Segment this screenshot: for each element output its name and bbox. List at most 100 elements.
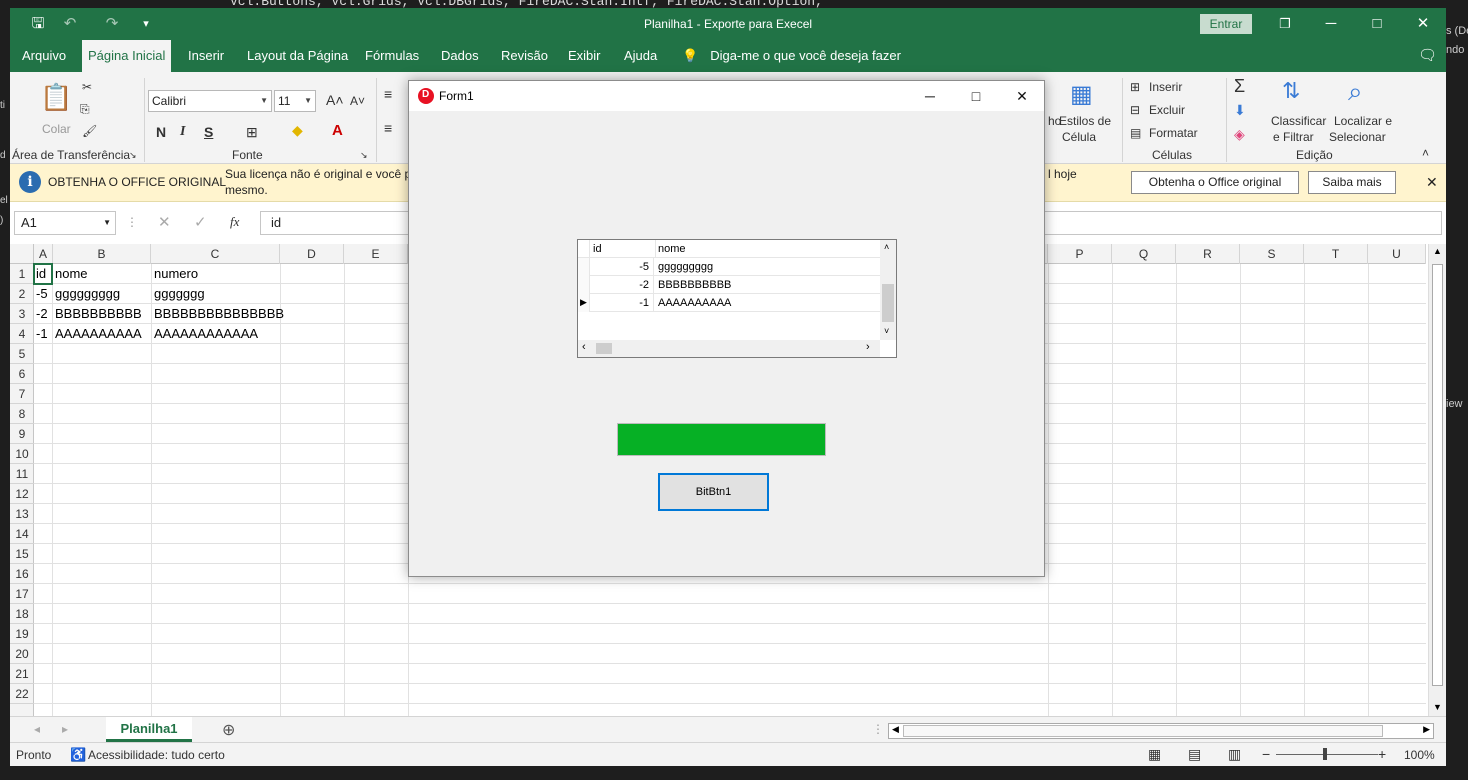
grid-cell-nome[interactable]: ggggggggg	[658, 258, 713, 276]
underline-button[interactable]: S	[204, 124, 213, 140]
row-header[interactable]: 4	[10, 324, 34, 344]
column-header[interactable]: R	[1176, 244, 1240, 264]
grid-cell-nome[interactable]: AAAAAAAAAA	[658, 294, 731, 312]
cell-styles-icon[interactable]: ▦	[1070, 80, 1093, 109]
add-sheet-icon[interactable]: ⊕	[222, 720, 235, 740]
fill-color-icon[interactable]: ◆	[292, 122, 303, 139]
scroll-right-icon[interactable]: ▶	[1423, 724, 1430, 735]
scroll-left-icon[interactable]: ◀	[892, 724, 899, 735]
sort-filter-label[interactable]: Classificar	[1271, 114, 1326, 128]
paste-icon[interactable]: 📋	[40, 82, 72, 113]
tab-pagina-inicial[interactable]: Página Inicial	[82, 40, 172, 72]
close-infobar-icon[interactable]: ✕	[1426, 174, 1438, 191]
cancel-entry-icon[interactable]: ✕	[158, 213, 171, 231]
cell-styles-label-2[interactable]: Célula	[1062, 130, 1096, 144]
grid-cell-id[interactable]: -5	[590, 258, 654, 276]
row-header[interactable]: 22	[10, 684, 34, 704]
row-header[interactable]: 17	[10, 584, 34, 604]
sign-in-button[interactable]: Entrar	[1200, 14, 1252, 34]
column-header[interactable]: P	[1048, 244, 1112, 264]
row-header[interactable]: 1	[10, 264, 34, 284]
get-office-button[interactable]: Obtenha o Office original	[1131, 171, 1299, 194]
next-sheet-icon[interactable]: ▸	[62, 722, 68, 736]
column-header[interactable]: Q	[1112, 244, 1176, 264]
row-header[interactable]: 7	[10, 384, 34, 404]
zoom-slider-thumb[interactable]	[1323, 748, 1327, 760]
learn-more-button[interactable]: Saiba mais	[1308, 171, 1396, 194]
close-icon[interactable]: ✕	[999, 81, 1045, 111]
cell[interactable]: -2	[34, 304, 48, 324]
tell-me-box[interactable]: 💡 Diga-me o que você deseja fazer	[682, 40, 901, 72]
clipboard-launcher-icon[interactable]: ↘	[129, 150, 137, 161]
grid-cell-id[interactable]: -1	[590, 294, 654, 312]
clear-icon[interactable]: ◈	[1234, 126, 1245, 143]
font-launcher-icon[interactable]: ↘	[360, 150, 368, 161]
search-icon[interactable]: ⌕	[1348, 76, 1363, 108]
close-icon[interactable]: ✕	[1400, 12, 1446, 36]
tab-dados[interactable]: Dados	[435, 40, 485, 72]
cell[interactable]: BBBBBBBBBB	[53, 304, 142, 324]
page-layout-icon[interactable]: ▤	[1188, 746, 1201, 763]
grid-row[interactable]: -2 BBBBBBBBBB	[578, 276, 880, 294]
italic-button[interactable]: I	[180, 124, 185, 140]
page-break-icon[interactable]: ▥	[1228, 746, 1241, 763]
cell[interactable]: ggggggggg	[53, 284, 120, 304]
tab-layout[interactable]: Layout da Página	[241, 40, 354, 72]
format-painter-icon[interactable]: 🖌	[82, 124, 97, 138]
scroll-thumb[interactable]	[882, 284, 894, 322]
font-size-combo[interactable]: 11 ▼	[274, 90, 316, 112]
horizontal-scrollbar[interactable]: ◀ ▶	[888, 723, 1434, 739]
row-header[interactable]: 5	[10, 344, 34, 364]
scroll-thumb[interactable]	[596, 343, 612, 354]
column-header[interactable]: B	[53, 244, 151, 264]
autosum-icon[interactable]: Σ	[1234, 76, 1245, 97]
prev-sheet-icon[interactable]: ◂	[34, 722, 40, 736]
grid-cell-id[interactable]: -2	[590, 276, 654, 294]
select-all-corner[interactable]	[10, 244, 34, 264]
chevron-up-icon[interactable]: ˄	[884, 242, 889, 252]
row-header[interactable]: 3	[10, 304, 34, 324]
insert-cells-icon[interactable]: ⊞	[1130, 80, 1140, 94]
format-cells-icon[interactable]: ▤	[1130, 126, 1141, 140]
row-header[interactable]: 20	[10, 644, 34, 664]
shrink-font-icon[interactable]: A˅	[350, 94, 365, 108]
chevron-down-icon[interactable]: ˅	[884, 326, 889, 336]
column-header[interactable]: T	[1304, 244, 1368, 264]
row-header[interactable]: 6	[10, 364, 34, 384]
borders-icon[interactable]: ⊞	[246, 124, 258, 141]
grid-header-nome[interactable]: nome	[656, 240, 880, 258]
row-header[interactable]: 10	[10, 444, 34, 464]
cell[interactable]: BBBBBBBBBBBBBBB	[152, 304, 284, 324]
grid-cell-nome[interactable]: BBBBBBBBBB	[658, 276, 731, 294]
name-box[interactable]: A1 ▼	[14, 211, 116, 235]
cell[interactable]: -1	[34, 324, 48, 344]
grid-horizontal-scrollbar[interactable]: ‹ ›	[578, 340, 880, 357]
scroll-down-icon[interactable]: ▼	[1433, 702, 1442, 712]
grid-row[interactable]: ▶ -1 AAAAAAAAAA	[578, 294, 880, 312]
minimize-icon[interactable]: ─	[1308, 12, 1354, 36]
column-header[interactable]: S	[1240, 244, 1304, 264]
row-header[interactable]: 19	[10, 624, 34, 644]
row-header[interactable]: 18	[10, 604, 34, 624]
cell-styles-label[interactable]: Estilos de	[1059, 114, 1111, 128]
scroll-thumb[interactable]	[903, 725, 1383, 737]
collapse-ribbon-icon[interactable]: ˄	[1422, 146, 1429, 160]
tab-ajuda[interactable]: Ajuda	[618, 40, 663, 72]
maximize-icon[interactable]: □	[953, 81, 999, 111]
row-header[interactable]: 16	[10, 564, 34, 584]
font-color-icon[interactable]: A	[332, 122, 343, 139]
zoom-in-icon[interactable]: +	[1378, 746, 1386, 762]
sort-filter-icon[interactable]: ⇅	[1282, 78, 1300, 104]
column-header[interactable]: D	[280, 244, 344, 264]
zoom-slider[interactable]	[1276, 754, 1378, 755]
tab-arquivo[interactable]: Arquivo	[16, 40, 72, 72]
row-header[interactable]: 8	[10, 404, 34, 424]
fill-icon[interactable]: ⬇	[1234, 102, 1246, 119]
comments-icon[interactable]: 🗨	[1412, 40, 1443, 72]
cell[interactable]: numero	[152, 264, 198, 284]
find-select-label-2[interactable]: Selecionar	[1329, 130, 1386, 144]
chevron-right-icon[interactable]: ›	[866, 341, 870, 353]
accessibility-status[interactable]: Acessibilidade: tudo certo	[88, 748, 225, 762]
cell[interactable]: AAAAAAAAAA	[53, 324, 142, 344]
row-header[interactable]: 21	[10, 664, 34, 684]
